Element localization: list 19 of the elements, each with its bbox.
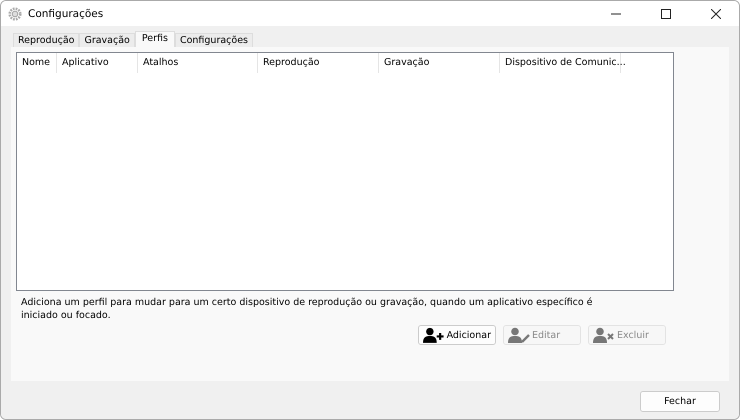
column-header[interactable]: Reprodução — [258, 53, 379, 73]
gear-icon — [8, 6, 22, 20]
tab[interactable]: Configurações — [174, 33, 253, 47]
close-icon[interactable] — [711, 8, 721, 18]
maximize-icon[interactable] — [661, 8, 671, 18]
user-pencil-icon — [508, 327, 530, 343]
column-header[interactable]: Aplicativo — [57, 53, 138, 73]
column-header[interactable]: Gravação — [379, 53, 500, 73]
user-plus-icon — [423, 327, 445, 343]
window-title: Configurações — [28, 8, 104, 20]
column-header[interactable]: Atalhos — [138, 53, 258, 73]
column-header[interactable]: Nome — [17, 53, 57, 73]
tab[interactable]: Reprodução — [13, 33, 80, 47]
action-button[interactable]: Adicionar — [418, 325, 496, 345]
description-text: Adiciona um perfil para mudar para um certo dispositivo de reprodução ou gravação, quando um aplicativo específico é iniciado ou focado. — [21, 296, 594, 322]
tab[interactable]: Gravação — [79, 33, 135, 47]
close-button[interactable]: Fechar — [640, 391, 720, 412]
tab[interactable]: Perfis — [134, 31, 175, 47]
user-x-icon — [593, 327, 615, 343]
